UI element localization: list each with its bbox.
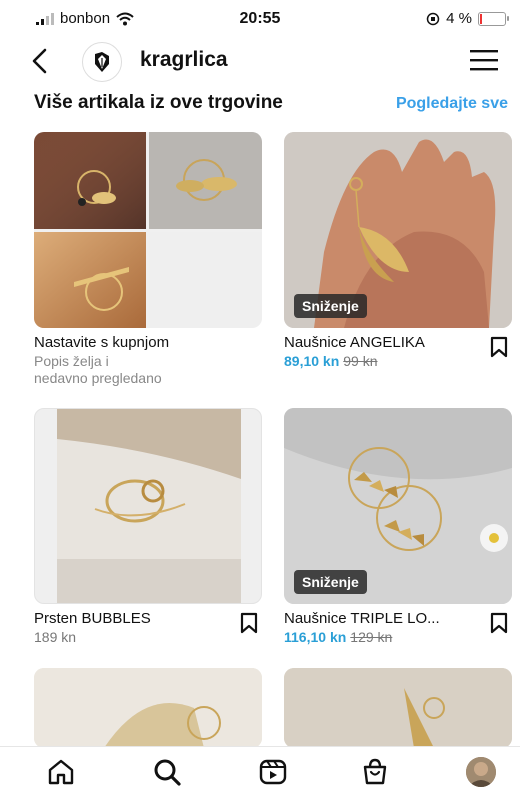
home-icon[interactable] <box>46 757 76 787</box>
product-photo <box>284 668 512 748</box>
sale-price: 116,10 kn <box>284 629 347 645</box>
bookmark-icon[interactable] <box>490 336 508 358</box>
status-bar: bonbon 20:55 4 % <box>0 0 520 38</box>
orientation-lock-icon <box>426 12 440 25</box>
battery-icon <box>478 11 509 26</box>
product-card[interactable] <box>34 668 262 748</box>
section-title: Više artikala iz ove trgovine <box>34 92 283 113</box>
shop-header: kragrlica <box>0 38 520 84</box>
menu-icon[interactable] <box>470 48 498 72</box>
battery-group: 4 % <box>426 10 509 27</box>
original-price: 129 kn <box>350 629 393 645</box>
shop-icon[interactable] <box>360 757 390 787</box>
product-price: 116,10 kn 129 kn <box>284 629 392 645</box>
reels-icon[interactable] <box>258 757 288 787</box>
card-subtitle: Popis želja i nedavno pregledano <box>34 353 162 386</box>
product-image: Sniženje <box>284 408 512 604</box>
battery-percent: 4 % <box>446 10 472 27</box>
sale-price: 89,10 kn <box>284 353 340 369</box>
product-image <box>34 668 262 748</box>
leaf-logo-icon <box>95 52 109 72</box>
collage-thumbnails <box>34 132 262 328</box>
back-arrow-icon[interactable] <box>26 46 56 76</box>
product-photo <box>57 409 241 603</box>
shop-name[interactable]: kragrlica <box>140 48 228 72</box>
product-image <box>284 668 512 748</box>
product-card[interactable]: Sniženje Naušnice TRIPLE LO... 116,10 kn… <box>284 408 512 648</box>
bottom-tab-bar <box>0 746 520 797</box>
bookmark-icon[interactable] <box>490 612 508 634</box>
card-title: Nastavite s kupnjom <box>34 334 170 351</box>
original-price: 99 kn <box>343 353 378 369</box>
product-card[interactable]: Sniženje Naušnice ANGELIKA 89,10 kn 99 kn <box>284 132 512 382</box>
product-image <box>34 408 262 604</box>
avatar-photo <box>466 757 496 787</box>
product-card[interactable] <box>284 668 512 748</box>
product-price: 89,10 kn 99 kn <box>284 353 378 369</box>
discount-badge: Sniženje <box>294 570 367 594</box>
profile-avatar[interactable] <box>466 757 496 787</box>
continue-shopping-card[interactable]: Nastavite s kupnjom Popis želja i nedavn… <box>34 132 262 392</box>
collage-image <box>34 132 262 328</box>
discount-badge: Sniženje <box>294 294 367 318</box>
product-photo <box>34 668 262 748</box>
product-title: Naušnice ANGELIKA <box>284 334 425 351</box>
shop-logo-avatar[interactable] <box>82 42 122 82</box>
product-price: 189 kn <box>34 629 77 645</box>
product-title: Naušnice TRIPLE LO... <box>284 610 440 627</box>
search-icon[interactable] <box>152 757 182 787</box>
product-card[interactable]: Prsten BUBBLES 189 kn <box>34 408 262 648</box>
product-title: Prsten BUBBLES <box>34 610 151 627</box>
product-image: Sniženje <box>284 132 512 328</box>
bookmark-icon[interactable] <box>240 612 258 634</box>
see-all-link[interactable]: Pogledajte sve <box>396 95 508 113</box>
